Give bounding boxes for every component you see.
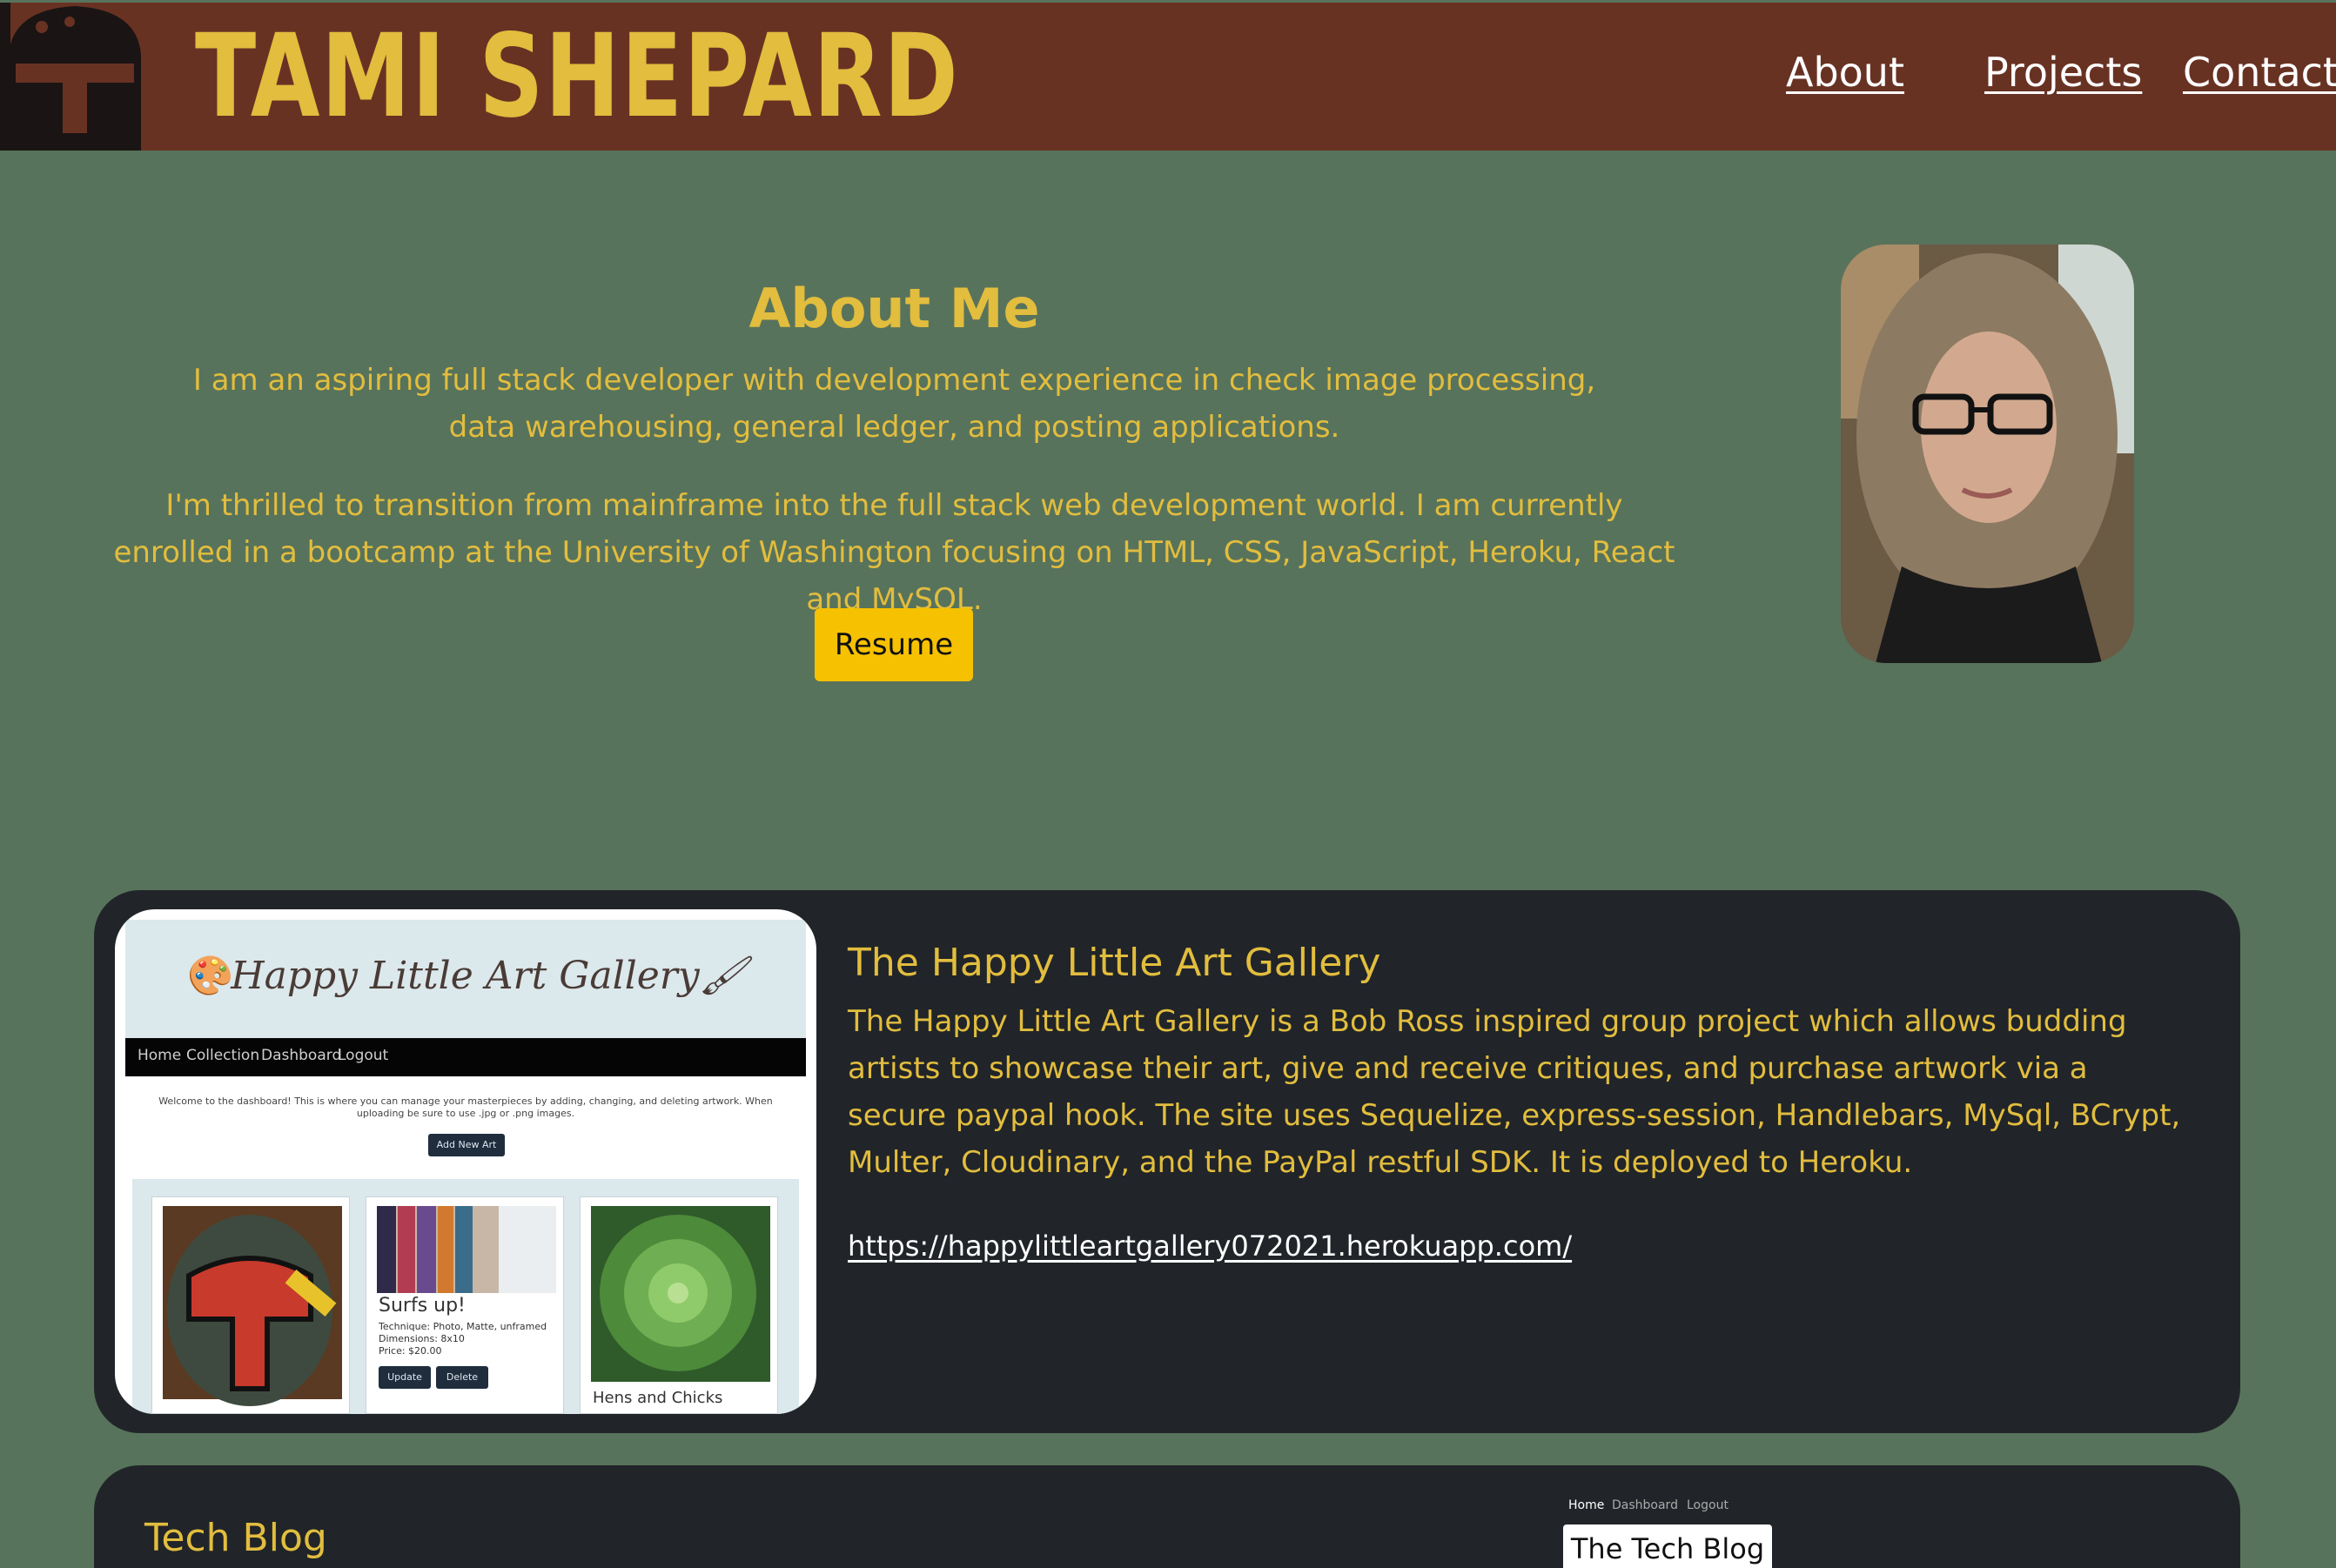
art-thumbnail — [163, 1206, 342, 1406]
about-paragraph-1: I am an aspiring full stack developer wi… — [192, 363, 1596, 445]
mini-card-title: Hens and Chicks — [593, 1389, 723, 1407]
about-title: About Me — [748, 277, 1040, 340]
project-description: The Happy Little Art Gallery is a Bob Ro… — [848, 1004, 2181, 1180]
brush-icon: 🖌 — [699, 954, 748, 998]
profile-photo — [1841, 245, 2134, 663]
project-link[interactable]: https://happylittleartgallery072021.hero… — [848, 1227, 1572, 1265]
nav-contact-link[interactable]: Contact — [2183, 46, 2336, 98]
resume-button[interactable]: Resume — [815, 608, 973, 681]
mini-site-title: 🎨Happy Little Art Gallery🖌 — [183, 954, 748, 998]
about-paragraph-2: I'm thrilled to transition from mainfram… — [113, 488, 1675, 617]
tech-blog-title: The Tech Blog — [1563, 1524, 1772, 1568]
mandalorian-helmet-icon — [0, 3, 141, 151]
project-card-tech-blog: Tech Blog Home Dashboard Logout The Tech… — [94, 1465, 2240, 1568]
mini-nav-bar: Home Collection Dashboard Logout — [125, 1038, 806, 1076]
palette-icon: 🎨 — [183, 954, 232, 998]
brand-title: TAMI SHEPARD — [195, 10, 960, 144]
tech-blog-screenshot[interactable]: Home Dashboard Logout The Tech Blog — [1521, 1491, 1835, 1568]
art-thumbnail — [377, 1206, 556, 1293]
nav-projects-link[interactable]: Projects — [1984, 46, 2142, 98]
site-header: TAMI SHEPARD About Projects Contact — [0, 3, 2336, 151]
project-screenshot[interactable]: 🎨Happy Little Art Gallery🖌 Home Collecti… — [115, 909, 816, 1414]
mini-add-art-button: Add New Art — [428, 1134, 505, 1156]
nav-about-link[interactable]: About — [1786, 46, 1904, 98]
art-thumbnail — [591, 1206, 770, 1382]
mini-welcome-text: Welcome to the dashboard! This is where … — [158, 1096, 773, 1119]
project-title: The Happy Little Art Gallery — [848, 941, 1381, 985]
project-title: Tech Blog — [144, 1516, 327, 1560]
mini-card-title: Surfs up! — [379, 1295, 466, 1317]
project-card-art-gallery: 🎨Happy Little Art Gallery🖌 Home Collecti… — [94, 890, 2240, 1433]
mini-art-card — [151, 1196, 350, 1414]
mini-art-card: Surfs up! Technique: Photo, Matte, unfra… — [366, 1196, 564, 1414]
mini-art-card: Hens and Chicks — [580, 1196, 778, 1414]
